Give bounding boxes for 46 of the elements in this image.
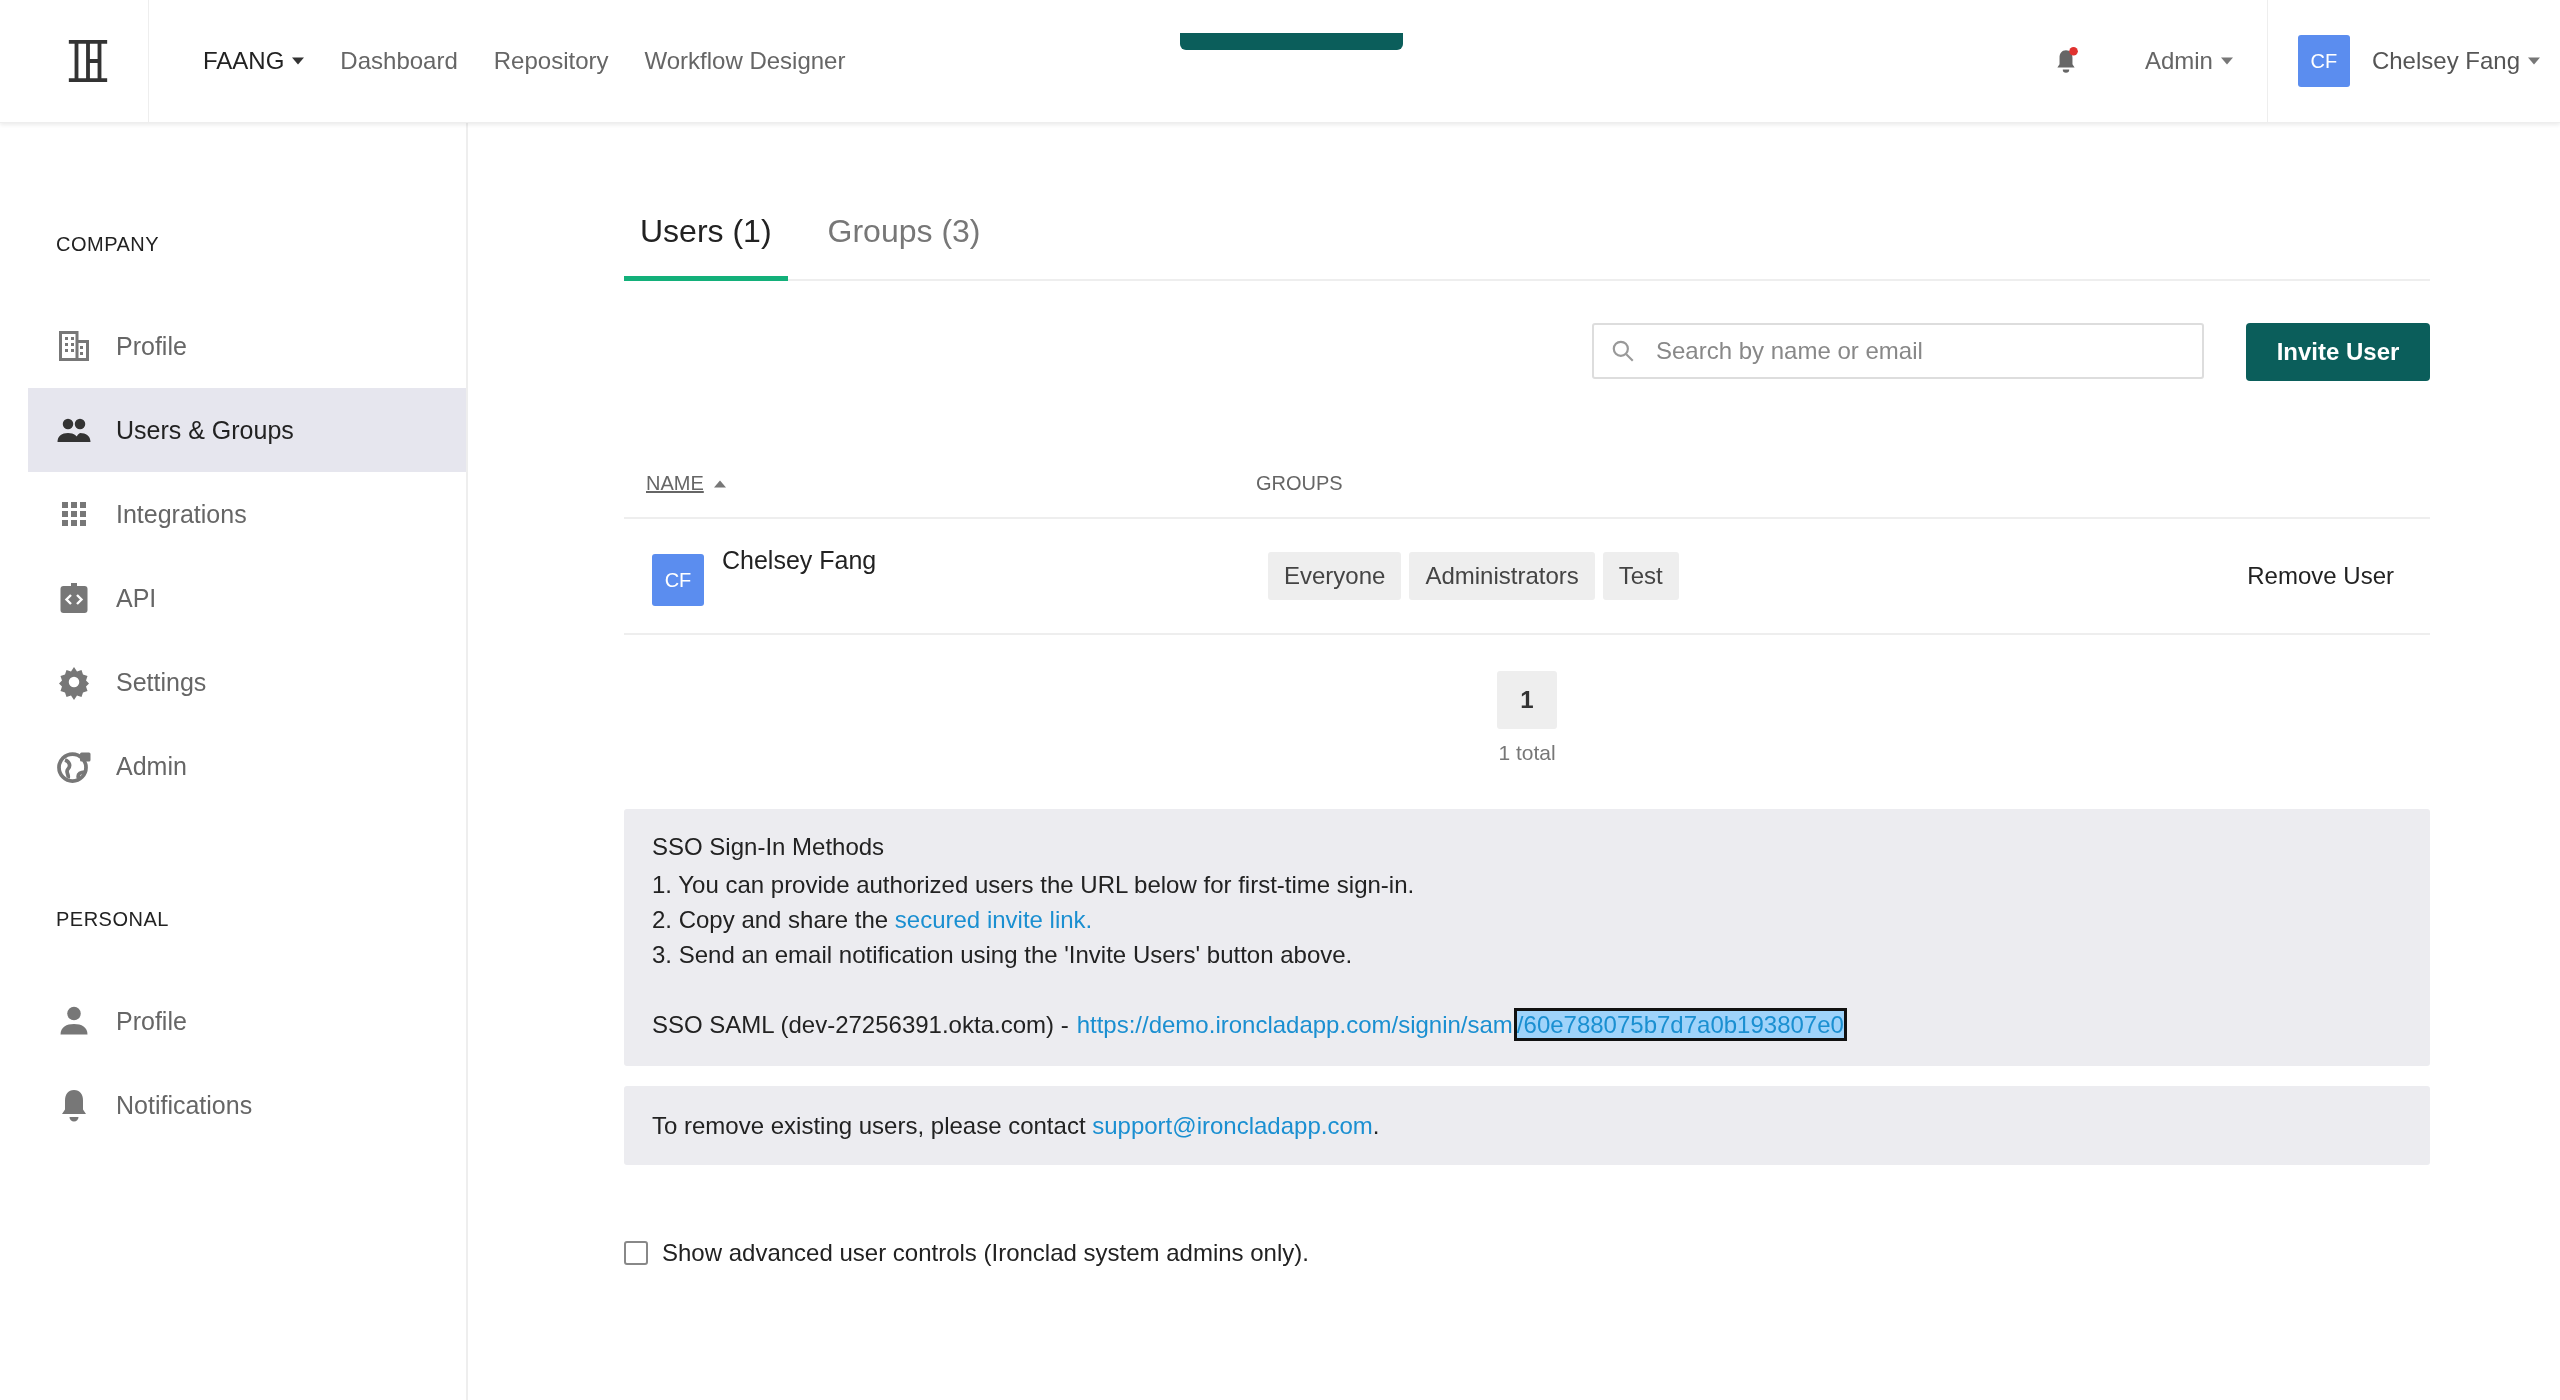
page-button[interactable]: 1 (1497, 671, 1557, 729)
section-heading: PERSONAL (55, 908, 170, 931)
group-tag: Administrators (1409, 552, 1595, 600)
search-icon (1610, 338, 1636, 364)
tab[interactable]: Users (1) (624, 201, 788, 281)
notice-text: To remove existing users, please contact support@ironcladapp.com. (652, 1111, 1381, 1141)
search-field[interactable]: Search by name or email (1592, 323, 2204, 379)
instruction-text: 3. Send an email notification using the 'Invite Users' button above. (652, 940, 1354, 970)
user-avatar: CF (652, 554, 704, 606)
panel-title: SSO Sign-In Methods (652, 833, 886, 861)
support-email-link[interactable]: support@ironcladapp.com (1092, 1112, 1373, 1139)
sidebar-item[interactable]: Profile (28, 979, 466, 1063)
nav-link[interactable]: Workflow Designer (644, 47, 846, 75)
sidebar-item[interactable]: Integrations (28, 472, 466, 556)
admin-menu[interactable]: Admin (2144, 47, 2233, 75)
building-icon (56, 328, 92, 364)
caret-icon (2528, 57, 2540, 65)
checkbox[interactable] (624, 1241, 648, 1265)
caret-icon (2220, 57, 2233, 65)
remove-user-button[interactable]: Remove User (2247, 562, 2394, 590)
group-tag: Test (1602, 552, 1679, 600)
tab[interactable]: Groups (3) (811, 201, 997, 281)
invite-user-button[interactable]: Invite User (2246, 323, 2430, 381)
sidebar-item[interactable]: Profile (28, 304, 466, 388)
instruction-text: 2. Copy and share the secured invite link. (652, 905, 1094, 935)
user-name: Chelsey Fang (722, 546, 877, 575)
sidebar-item[interactable]: API (28, 556, 466, 640)
sidebar-item[interactable]: Users & Groups (28, 388, 466, 472)
nav-link[interactable]: FAANG (203, 47, 305, 75)
saml-label: SSO SAML (dev-27256391.okta.com) - (652, 1010, 1069, 1040)
invite-link[interactable]: secured invite link. (894, 906, 1093, 933)
sidebar-item[interactable]: Admin (28, 724, 466, 808)
user-menu[interactable]: Chelsey Fang (2371, 47, 2540, 75)
sidebar-item[interactable]: Settings (28, 640, 466, 724)
signin-url-link[interactable]: https://demo.ironcladapp.com/signin/sam /60e788075b7d7a0b193807e0 (1076, 1007, 1844, 1042)
user-avatar[interactable]: CF (2297, 35, 2350, 87)
column-header[interactable]: NAME (646, 472, 704, 495)
section-heading: COMPANY (55, 233, 161, 256)
nav-link[interactable]: Dashboard (340, 47, 458, 75)
total-count: 1 total (1498, 741, 1556, 765)
sidebar-item[interactable]: Notifications (28, 1063, 466, 1147)
checkbox-label: Show advanced user controls (Ironclad system admins only). (662, 1239, 1309, 1267)
group-tag: Everyone (1268, 552, 1402, 600)
nav-link[interactable]: Repository (493, 47, 609, 75)
instruction-text: 1. You can provide authorized users the URL below for first-time sign-in. (652, 870, 1416, 900)
column-header[interactable]: GROUPS (1256, 472, 1343, 495)
